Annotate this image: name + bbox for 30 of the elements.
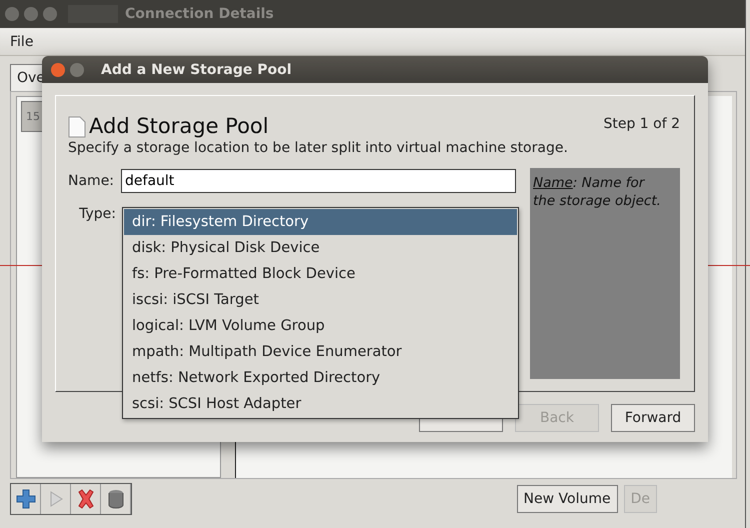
type-option[interactable]: disk: Physical Disk Device [124,235,517,261]
step-label: Step 1 of 2 [603,116,680,132]
window-title: Connection Details [125,6,274,22]
type-option[interactable]: fs: Pre-Formatted Block Device [124,261,517,287]
page-heading: Add Storage Pool [89,114,269,138]
minimize-button[interactable] [24,7,38,21]
page-description: Specify a storage location to be later split into virtual machine storage. [68,140,569,156]
play-icon [48,491,62,507]
plus-icon [16,489,36,509]
menu-item[interactable]: File [10,34,34,50]
document-icon [68,116,86,138]
type-option[interactable]: iscsi: iSCSI Target [124,287,517,313]
help-text: Name: Name for the storage object. [533,175,661,209]
wizard-button[interactable]: Forward [611,404,695,432]
maximize-button[interactable] [70,62,84,76]
maximize-button[interactable] [43,7,57,21]
type-option[interactable]: netfs: Network Exported Directory [124,365,517,391]
cylinder-icon [108,489,124,509]
type-option[interactable]: dir: Filesystem Directory [124,209,517,235]
name-field[interactable]: default [121,169,516,193]
field-label: Name: [68,173,114,189]
type-option[interactable]: logical: LVM Volume Group [124,313,517,339]
field-label: Type: [78,206,116,222]
type-option[interactable]: mpath: Multipath Device Enumerator [124,339,517,365]
volume-button[interactable]: New Volume [516,485,618,513]
type-option[interactable]: scsi: SCSI Host Adapter [124,391,517,417]
close-button[interactable] [51,62,65,76]
close-button[interactable] [5,7,19,21]
dialog-title: Add a New Storage Pool [101,62,292,78]
cross-icon [76,489,94,509]
